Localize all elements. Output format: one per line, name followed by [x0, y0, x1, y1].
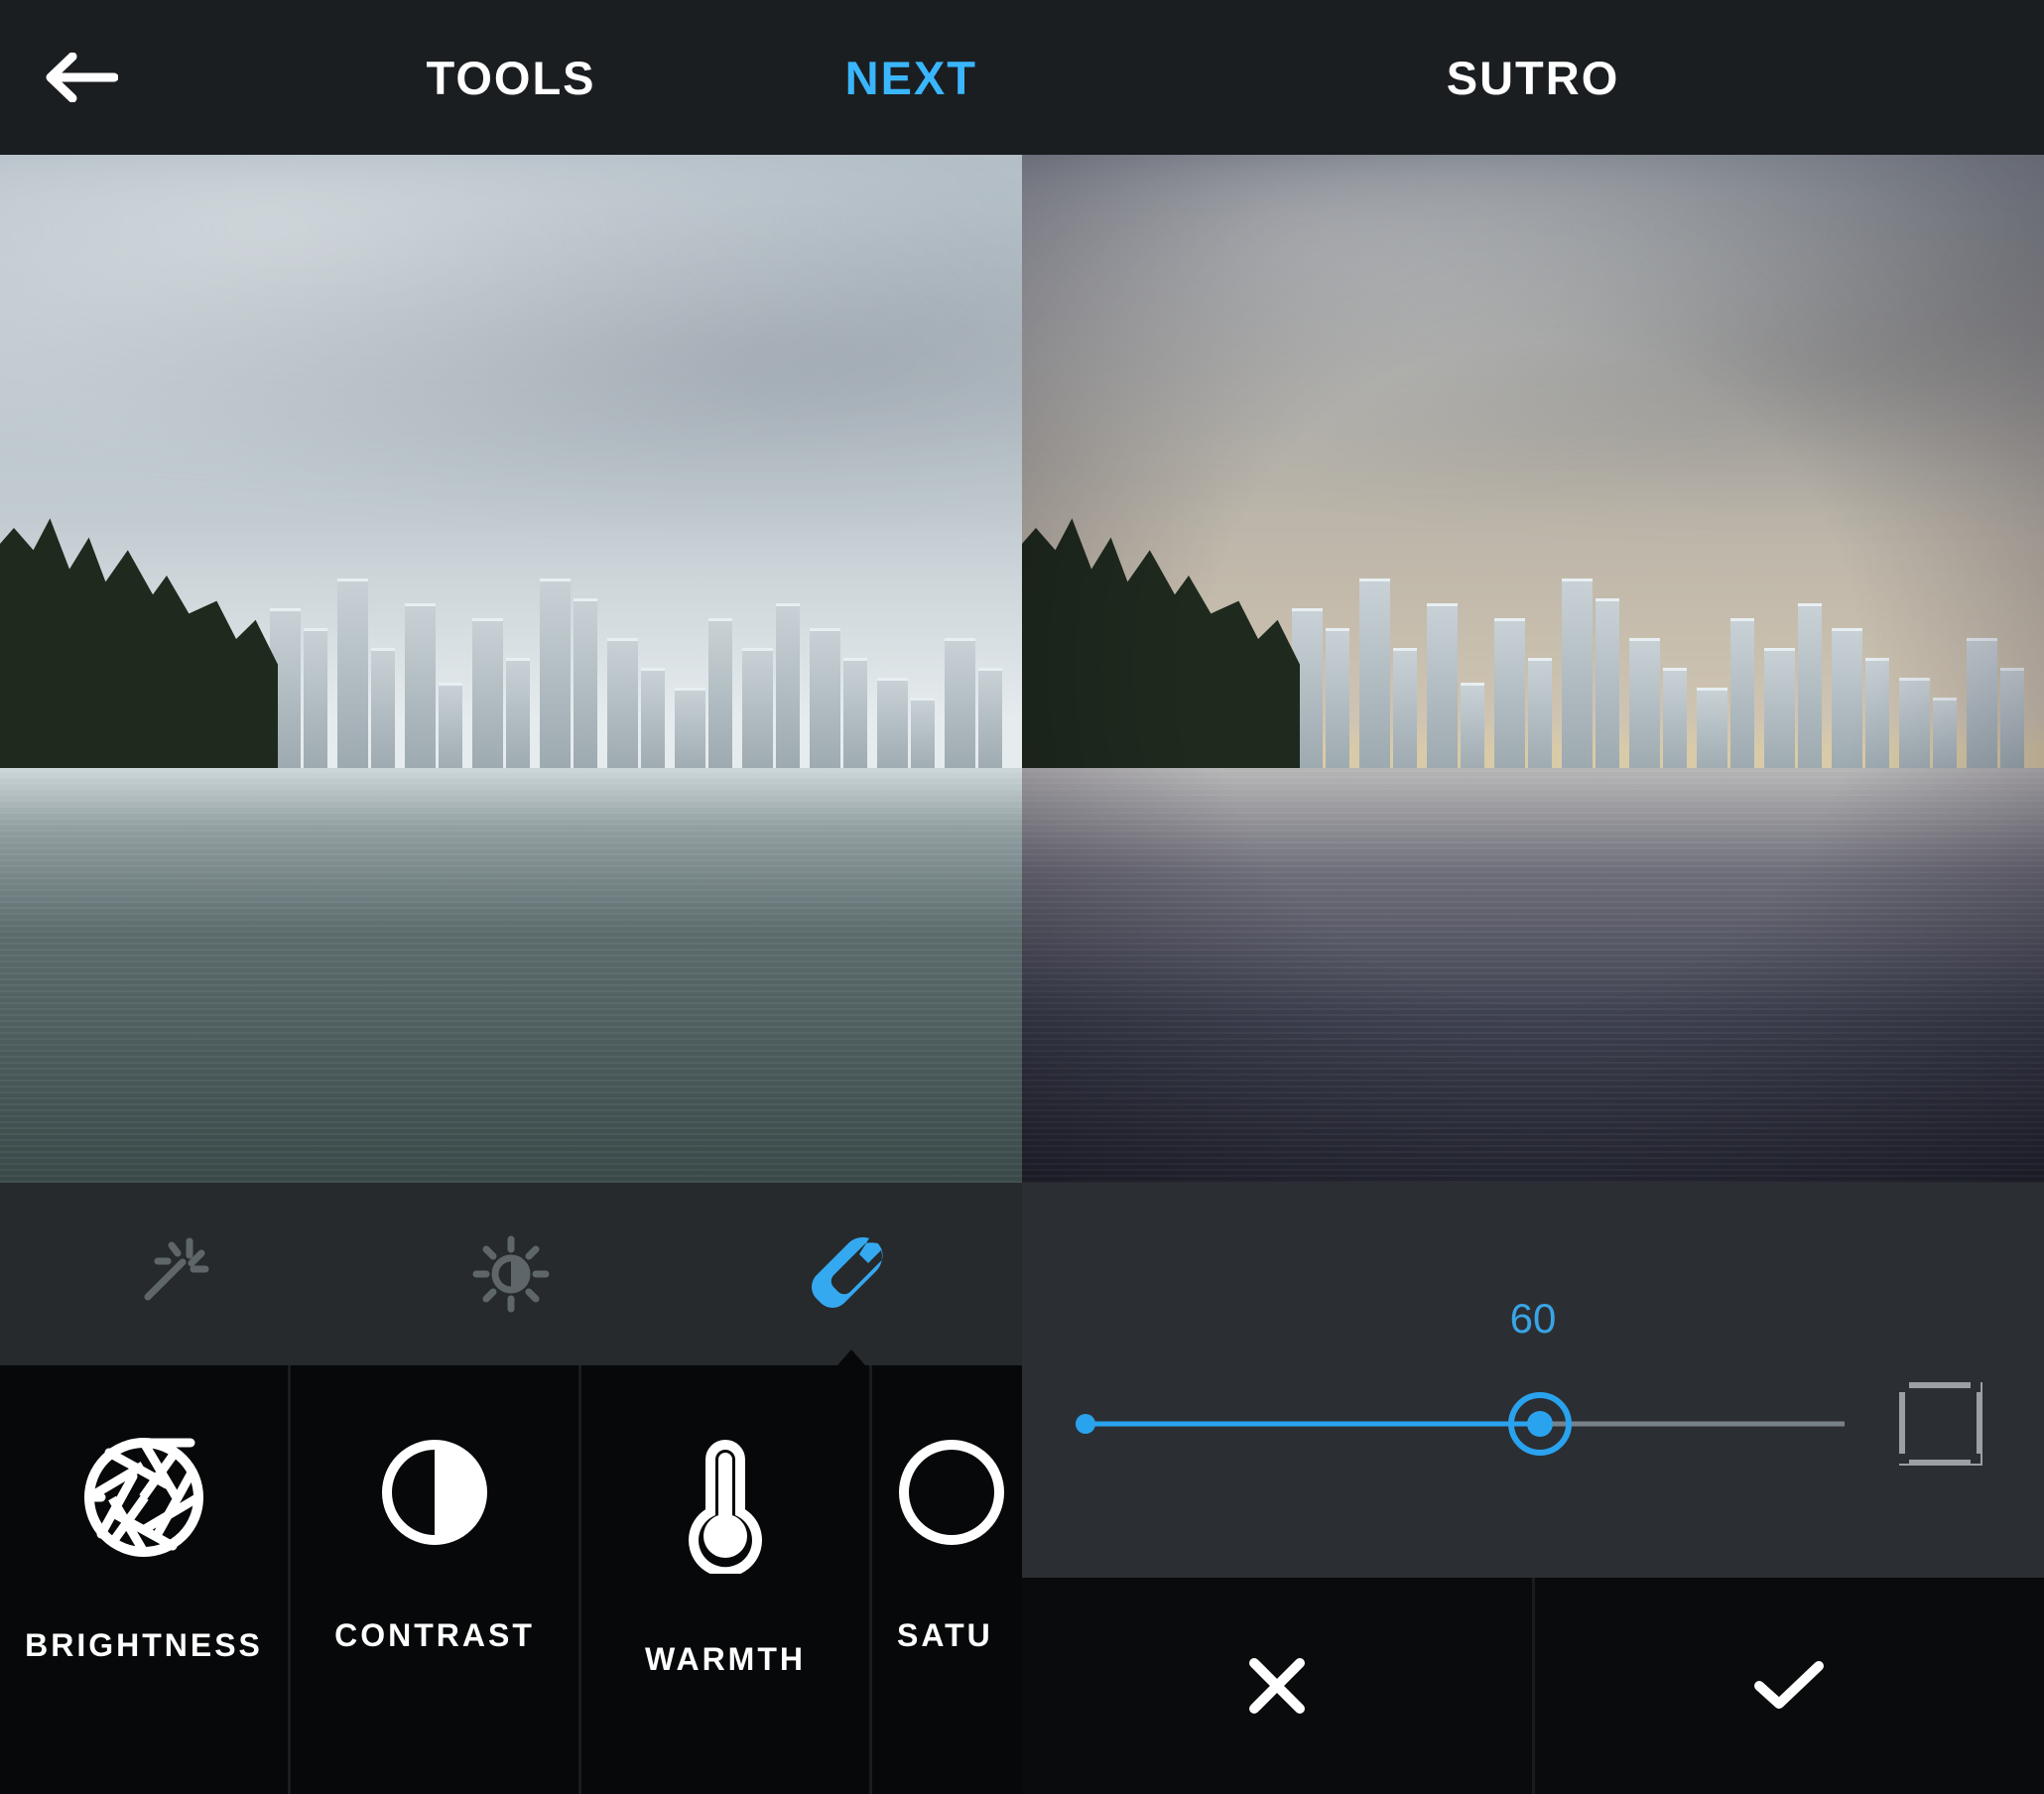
tool-contrast[interactable]: CONTRAST [291, 1365, 581, 1794]
intensity-slider[interactable] [1084, 1399, 1845, 1449]
tool-warmth[interactable]: WARMTH [581, 1365, 872, 1794]
next-button[interactable]: NEXT [845, 0, 977, 155]
header: SUTRO [1022, 0, 2044, 155]
photo-preview [1022, 155, 2044, 1183]
aperture-icon [81, 1435, 206, 1560]
saturation-icon [894, 1435, 1009, 1550]
action-bar [1022, 1578, 2044, 1794]
confirm-button[interactable] [1535, 1578, 2044, 1794]
filter-adjust-screen: SUTRO 60 [1022, 0, 2044, 1794]
cancel-button[interactable] [1022, 1578, 1535, 1794]
back-button[interactable] [45, 0, 118, 155]
header: TOOLS NEXT [0, 0, 1022, 155]
check-icon [1753, 1658, 1825, 1714]
contrast-icon [377, 1435, 492, 1550]
arrow-left-icon [45, 53, 118, 102]
page-title: TOOLS [426, 51, 595, 105]
tool-brightness[interactable]: BRIGHTNESS [0, 1365, 291, 1794]
tab-tools[interactable] [682, 1183, 1022, 1365]
mode-tabs [0, 1183, 1022, 1365]
tool-saturation[interactable]: SATU [872, 1365, 1022, 1794]
tool-label: SATU [897, 1617, 993, 1654]
wrench-icon [807, 1229, 896, 1319]
tool-label: WARMTH [645, 1641, 806, 1678]
thermometer-icon [686, 1435, 765, 1574]
slider-thumb-icon [1508, 1392, 1572, 1456]
slider-panel: 60 [1022, 1183, 2044, 1578]
close-icon [1246, 1655, 1308, 1717]
tab-lux[interactable] [340, 1183, 681, 1365]
tools-list: BRIGHTNESS CONTRAST WARMTH SATU [0, 1365, 1022, 1794]
photo-preview [0, 155, 1022, 1183]
tools-screen: TOOLS NEXT [0, 0, 1022, 1794]
frame-toggle[interactable] [1899, 1382, 1982, 1466]
sun-contrast-icon [468, 1231, 554, 1317]
magic-wand-icon [128, 1231, 213, 1317]
slider-value: 60 [1510, 1295, 1557, 1343]
tool-label: BRIGHTNESS [25, 1627, 263, 1664]
tab-magic[interactable] [0, 1183, 340, 1365]
page-title: SUTRO [1447, 51, 1620, 105]
tool-label: CONTRAST [334, 1617, 535, 1654]
